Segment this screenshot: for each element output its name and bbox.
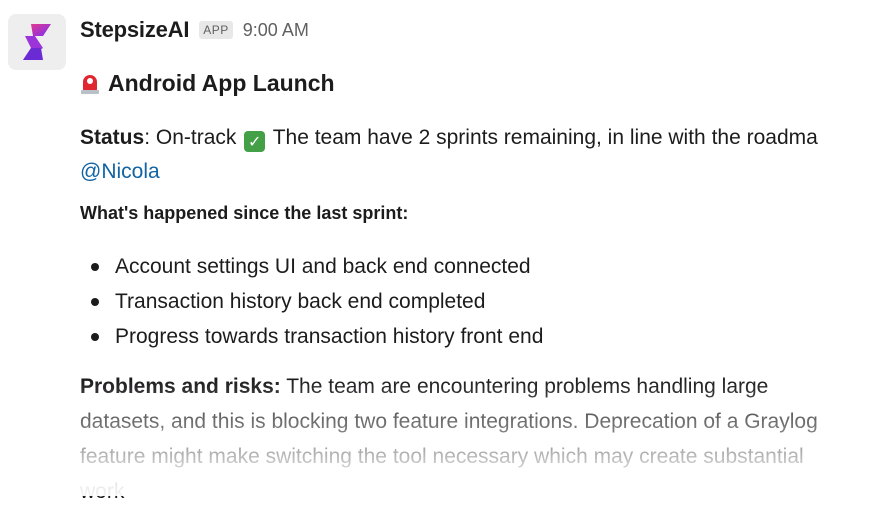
list-item: Transaction history back end completed — [80, 284, 543, 319]
timestamp[interactable]: 9:00 AM — [243, 20, 309, 41]
message-title: Android App Launch — [80, 70, 335, 97]
stepsize-logo-icon — [23, 24, 51, 60]
list-item: Progress towards transaction history fro… — [80, 319, 543, 354]
problems-paragraph: Problems and risks: The team are encount… — [80, 369, 840, 509]
user-mention[interactable]: @Nicola — [80, 160, 160, 183]
status-line: Status: On-track ✓ The team have 2 sprin… — [80, 126, 818, 183]
app-badge: APP — [199, 21, 233, 39]
avatar[interactable] — [8, 14, 66, 70]
section-heading: What's happened since the last sprint: — [80, 203, 409, 223]
title-text: Android App Launch — [108, 70, 335, 96]
status-label: Status — [80, 126, 145, 149]
message-header: StepsizeAI APP 9:00 AM — [80, 16, 309, 44]
status-value: On-track — [155, 126, 237, 149]
rotating-light-icon — [80, 73, 100, 95]
sender-name[interactable]: StepsizeAI — [80, 17, 189, 43]
status-text: The team have 2 sprints remaining, in li… — [272, 126, 818, 149]
problems-label: Problems and risks: — [80, 375, 281, 398]
list-item: Account settings UI and back end connect… — [80, 249, 543, 284]
bullet-list: Account settings UI and back end connect… — [80, 249, 543, 354]
check-mark-button-icon: ✓ — [244, 131, 266, 152]
